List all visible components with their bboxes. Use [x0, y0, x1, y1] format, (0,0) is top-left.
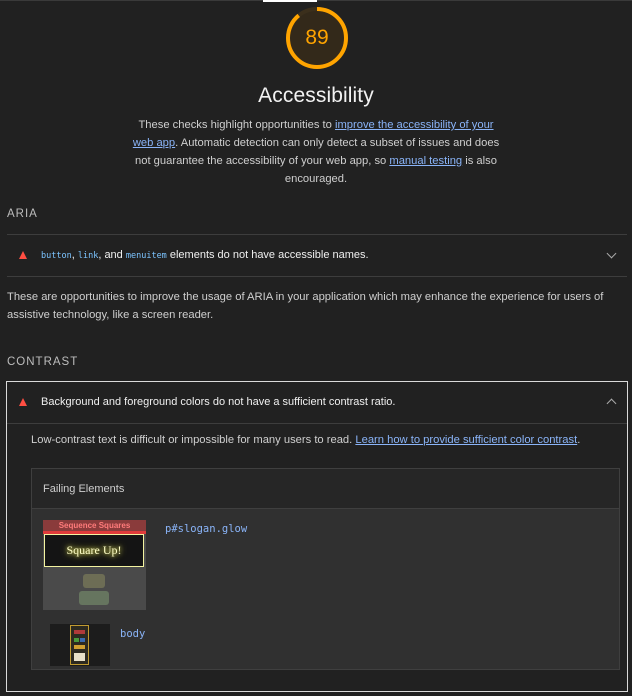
score-value: 89 [305, 26, 329, 49]
aria-audit-row[interactable]: button, link, and menuitem elements do n… [7, 235, 627, 276]
element-screenshot[interactable] [50, 624, 110, 666]
thumb-header-text: Sequence Squares [58, 521, 131, 530]
fail-icon [19, 251, 27, 259]
active-tab-indicator [263, 0, 317, 2]
contrast-audit-row[interactable]: Background and foreground colors do not … [7, 382, 627, 423]
table-body: Sequence Squares Square Up! p#slogan.glo… [32, 509, 619, 669]
element-screenshot[interactable]: Sequence Squares Square Up! [43, 520, 146, 610]
category-description: These checks highlight opportunities to … [132, 119, 500, 185]
thumb-button [79, 591, 109, 605]
lighthouse-report: 89 Accessibility These checks highlight … [0, 0, 632, 696]
table-header-label: Failing Elements [43, 483, 125, 495]
contrast-docs-link[interactable]: Learn how to provide sufficient color co… [355, 434, 577, 446]
thumb-slogan-text: Square Up! [66, 543, 122, 557]
aria-audit-title: button, link, and menuitem elements do n… [41, 249, 369, 261]
contrast-group-title: CONTRAST [7, 356, 79, 368]
manual-testing-link[interactable]: manual testing [389, 155, 462, 167]
aria-group-description: These are opportunities to improve the u… [7, 291, 604, 321]
failing-elements-table: Failing Elements Sequence Squares Square… [31, 468, 620, 670]
thumb-block [74, 630, 85, 634]
chevron-up-icon[interactable] [606, 398, 617, 409]
contrast-audit-expanded: Background and foreground colors do not … [6, 381, 628, 692]
divider [7, 276, 627, 277]
highlighted-element: Square Up! [44, 534, 144, 567]
chevron-down-icon[interactable] [606, 248, 617, 259]
thumb-block [74, 638, 79, 642]
fail-icon [19, 398, 27, 406]
element-selector[interactable]: body [120, 628, 145, 640]
category-title: Accessibility [258, 84, 374, 107]
aria-group-title: ARIA [7, 208, 38, 220]
divider [7, 423, 627, 424]
thumb-block [74, 653, 85, 661]
table-header: Failing Elements [32, 469, 619, 509]
contrast-audit-title: Background and foreground colors do not … [41, 396, 396, 408]
thumb-page-preview [70, 625, 89, 665]
element-selector[interactable]: p#slogan.glow [165, 523, 247, 535]
thumb-block [80, 638, 85, 642]
thumb-button [83, 574, 105, 588]
contrast-audit-description: Low-contrast text is difficult or imposs… [31, 434, 581, 446]
thumb-block [74, 645, 85, 649]
